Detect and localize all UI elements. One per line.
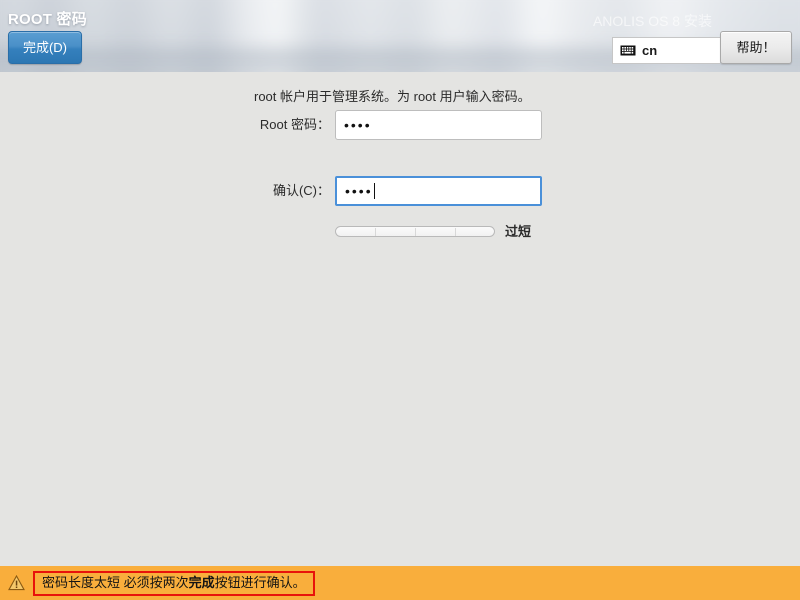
confirm-password-input[interactable]: ••••	[335, 176, 542, 206]
meter-tick	[455, 228, 456, 236]
password-strength-bar	[335, 226, 495, 237]
done-button[interactable]: 完成(D)	[8, 31, 82, 64]
password-strength-label: 过短	[505, 224, 532, 239]
keyboard-icon	[620, 45, 636, 56]
confirm-password-label: 确认(C)：	[272, 183, 330, 198]
installer-header: ROOT 密码 ANOLIS OS 8 安装 完成(D) cn 帮助！	[0, 0, 800, 72]
text-caret	[373, 183, 375, 199]
warning-message-suffix: 按钮进行确认。	[214, 574, 306, 590]
warning-bar: 密码长度太短 必须按两次完成按钮进行确认。	[0, 566, 800, 600]
root-password-input[interactable]: ••••	[335, 110, 542, 140]
main-content: root 帐户用于管理系统。为 root 用户输入密码。 Root 密码： ••…	[0, 72, 800, 566]
meter-tick	[375, 228, 376, 236]
product-title: ANOLIS OS 8 安装	[592, 13, 712, 29]
description-text: root 帐户用于管理系统。为 root 用户输入密码。	[254, 89, 531, 104]
root-password-value: ••••	[344, 117, 372, 133]
warning-message-prefix: 密码长度太短 必须按两次	[42, 574, 189, 590]
warning-message-emphasis: 完成	[188, 574, 215, 590]
help-button[interactable]: 帮助！	[720, 31, 792, 64]
warning-triangle-icon	[8, 575, 25, 591]
installer-window: ROOT 密码 ANOLIS OS 8 安装 完成(D) cn 帮助！ root…	[0, 0, 800, 600]
meter-tick	[415, 228, 416, 236]
warning-message: 密码长度太短 必须按两次完成按钮进行确认。	[33, 570, 315, 596]
page-title: ROOT 密码	[8, 11, 87, 28]
confirm-password-value: ••••	[345, 183, 373, 199]
root-password-label: Root 密码：	[259, 117, 330, 132]
keyboard-layout-indicator[interactable]: cn	[612, 37, 720, 64]
keyboard-layout-label: cn	[642, 43, 658, 58]
